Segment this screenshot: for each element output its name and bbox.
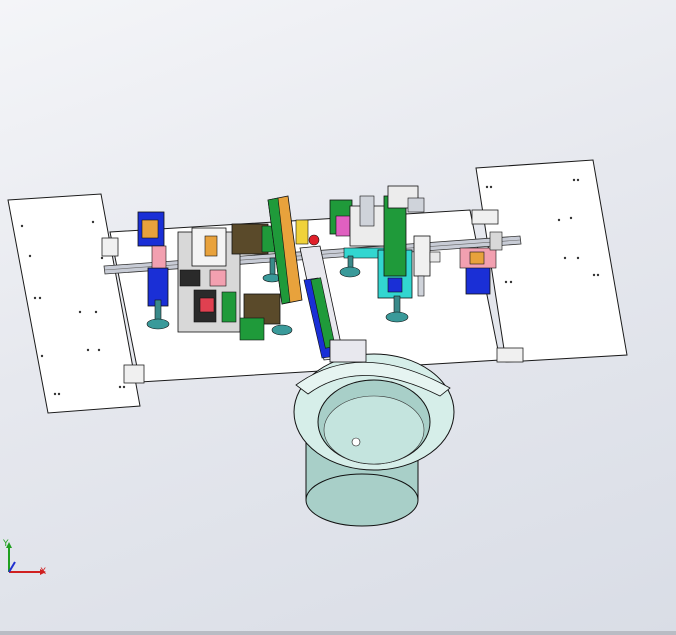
mounting-bracket-left-bottom[interactable] [123,364,145,384]
left-base-plate[interactable] [7,193,141,414]
teal-support-post-3[interactable] [271,324,293,336]
cad-viewport[interactable]: X Y [0,0,676,631]
x-axis-label: X [40,567,46,577]
gripper-module[interactable] [177,227,241,333]
stepper-motor-upper[interactable] [231,223,277,255]
right-base-plate[interactable] [475,159,628,363]
status-divider [0,631,676,635]
mounting-bracket-left-top[interactable] [101,237,119,257]
mounting-bracket-right-bottom[interactable] [496,347,524,363]
y-axis-label: Y [2,539,9,549]
coordinate-triad: X Y [2,539,46,577]
mounting-bracket-right-top[interactable] [471,209,499,225]
